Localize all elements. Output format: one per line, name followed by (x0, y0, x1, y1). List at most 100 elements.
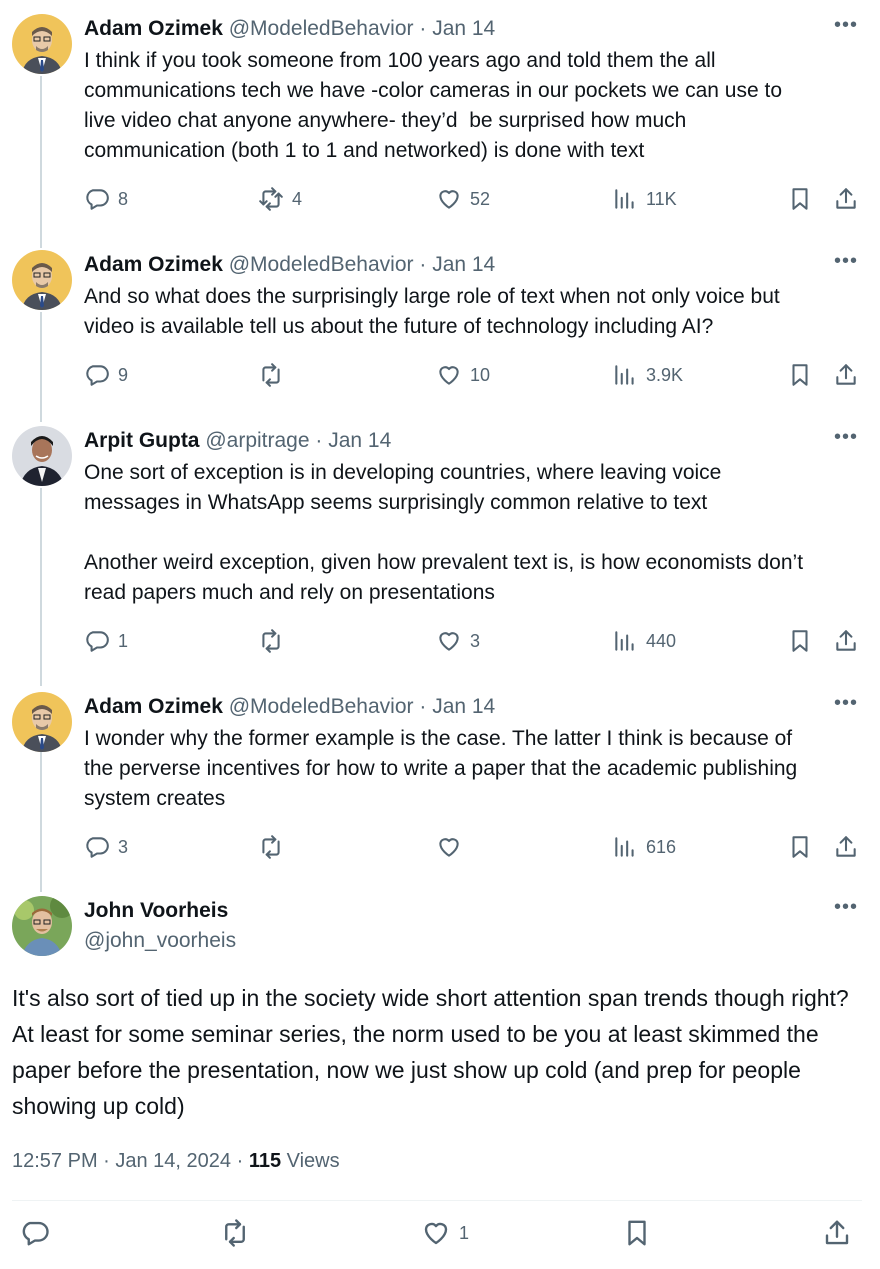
tweet[interactable]: Arpit Gupta @arpitrage · Jan 14 ••• One … (0, 426, 880, 676)
reply-icon (22, 1221, 49, 1246)
share-button[interactable] (833, 360, 859, 390)
retweet-icon (225, 1219, 245, 1247)
retweet-button[interactable]: 4 (258, 184, 302, 214)
tweet-header: Adam Ozimek @ModeledBehavior · Jan 14 (84, 250, 495, 280)
avatar[interactable] (12, 692, 72, 752)
share-button[interactable] (833, 184, 859, 214)
bookmark-icon (792, 364, 808, 386)
heart-icon (424, 1222, 448, 1245)
like-button[interactable] (436, 832, 470, 862)
bookmark-button[interactable] (787, 626, 813, 656)
bookmark-icon (792, 836, 808, 858)
tweet-header: Adam Ozimek @ModeledBehavior · Jan 14 (84, 692, 495, 722)
separator-dot: · (419, 253, 427, 276)
share-icon (836, 630, 856, 651)
view-count: 3.9K (646, 364, 684, 385)
author-name[interactable]: Adam Ozimek (84, 17, 223, 40)
retweet-icon (262, 629, 280, 653)
author-name[interactable]: John Voorheis (84, 896, 228, 926)
more-options-button[interactable]: ••• (834, 426, 858, 448)
share-icon (836, 188, 856, 209)
reply-icon (86, 365, 109, 386)
reply-icon (86, 189, 109, 210)
separator-dot: · (419, 695, 427, 718)
tweet[interactable]: Adam Ozimek @ModeledBehavior · Jan 14 ••… (0, 14, 880, 234)
retweet-count: 4 (292, 188, 303, 209)
tweet-text: I wonder why the former example is the c… (84, 727, 798, 810)
heart-icon (439, 366, 459, 385)
retweet-icon (262, 835, 280, 859)
like-button[interactable]: 52 (436, 184, 490, 214)
tweet-actions: 1 (0, 1218, 880, 1254)
tweet-date[interactable]: Jan 14 (328, 429, 391, 452)
tweet-timestamp[interactable]: 12:57 PM · Jan 14, 2024 · (12, 1150, 249, 1172)
views-button[interactable]: 440 (612, 626, 676, 656)
author-name[interactable]: Adam Ozimek (84, 253, 223, 276)
author-handle[interactable]: @john_voorheis (84, 926, 236, 956)
tweet-text: I think if you took someone from 100 yea… (84, 49, 782, 162)
reply-button[interactable] (20, 1218, 50, 1248)
reply-icon (86, 631, 109, 652)
share-button[interactable] (833, 626, 859, 656)
author-handle[interactable]: @ModeledBehavior (229, 253, 414, 276)
tweet-date[interactable]: Jan 14 (432, 17, 495, 40)
views-button[interactable]: 11K (612, 184, 677, 214)
like-button[interactable]: 1 (421, 1218, 469, 1248)
view-count: 115 (248, 1150, 282, 1172)
avatar[interactable] (12, 896, 72, 956)
reply-button[interactable]: 9 (84, 360, 128, 390)
retweet-button[interactable] (258, 832, 292, 862)
author-handle[interactable]: @ModeledBehavior (229, 17, 414, 40)
like-button[interactable]: 3 (436, 626, 480, 656)
bookmark-button[interactable] (787, 360, 813, 390)
heart-icon (439, 190, 459, 209)
views-bar-chart-icon (615, 365, 634, 385)
retweet-button[interactable] (258, 626, 292, 656)
tweet-actions: 3 616 (84, 832, 864, 862)
author-name[interactable]: Arpit Gupta (84, 429, 200, 452)
bookmark-icon (792, 630, 808, 652)
views-label: Views (281, 1150, 340, 1172)
avatar[interactable] (12, 426, 72, 486)
views-button[interactable]: 3.9K (612, 360, 683, 390)
views-bar-chart-icon (615, 189, 634, 209)
like-count: 52 (470, 188, 491, 209)
retweet-button[interactable] (220, 1218, 250, 1248)
share-button[interactable] (833, 832, 859, 862)
more-options-button[interactable]: ••• (834, 14, 858, 36)
bookmark-button[interactable] (787, 184, 813, 214)
avatar[interactable] (12, 250, 72, 310)
like-count: 3 (470, 630, 481, 651)
retweet-button[interactable] (258, 360, 292, 390)
bookmark-icon (792, 188, 808, 210)
author-handle[interactable]: @arpitrage (205, 429, 309, 452)
share-icon (836, 364, 856, 385)
reply-button[interactable]: 1 (84, 626, 128, 656)
tweet-date[interactable]: Jan 14 (432, 695, 495, 718)
view-count: 616 (646, 836, 677, 857)
tweet-actions: 8 4 52 11K (84, 184, 864, 214)
tweet-header: Adam Ozimek @ModeledBehavior · Jan 14 (84, 14, 495, 44)
share-button[interactable] (822, 1218, 852, 1248)
more-options-button[interactable]: ••• (834, 692, 858, 714)
tweet-date[interactable]: Jan 14 (432, 253, 495, 276)
more-options-button[interactable]: ••• (834, 250, 858, 272)
tweet[interactable]: Adam Ozimek @ModeledBehavior · Jan 14 ••… (0, 692, 880, 882)
reply-button[interactable]: 3 (84, 832, 128, 862)
reply-count: 3 (118, 836, 129, 857)
bookmark-button[interactable] (787, 832, 813, 862)
like-count: 1 (459, 1222, 470, 1243)
author-name[interactable]: Adam Ozimek (84, 695, 223, 718)
avatar[interactable] (12, 14, 72, 74)
like-button[interactable]: 10 (436, 360, 490, 390)
reply-button[interactable]: 8 (84, 184, 128, 214)
views-button[interactable]: 616 (612, 832, 676, 862)
author-handle[interactable]: @ModeledBehavior (229, 695, 414, 718)
retweet-icon (259, 187, 283, 211)
heart-icon (439, 632, 459, 651)
tweet-text: It's also sort of tied up in the society… (12, 985, 849, 1119)
tweet[interactable]: Adam Ozimek @ModeledBehavior · Jan 14 ••… (0, 250, 880, 410)
more-options-button[interactable]: ••• (834, 896, 858, 918)
bookmark-button[interactable] (622, 1218, 652, 1248)
tweet-text: And so what does the surprisingly large … (84, 285, 780, 338)
